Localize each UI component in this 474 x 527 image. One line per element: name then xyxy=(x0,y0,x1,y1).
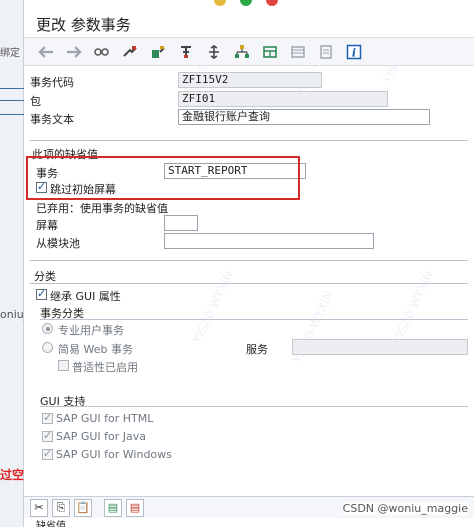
hierarchy-icon[interactable] xyxy=(232,42,252,62)
delete-row-icon[interactable]: ▤ xyxy=(126,498,144,517)
navigate-icon[interactable] xyxy=(204,42,224,62)
inherit-gui-checkbox[interactable] xyxy=(36,287,47,300)
package-label: 包 xyxy=(30,95,41,108)
gui-java-checkbox[interactable] xyxy=(42,429,53,442)
pervasive-label: 普适性已启用 xyxy=(72,361,138,374)
gui-html-checkbox[interactable] xyxy=(42,411,53,424)
bg-watermark: YISZ0-WYXJN xyxy=(190,268,236,346)
gui-java-label: SAP GUI for Java xyxy=(56,430,147,443)
paste-icon[interactable]: 📋 xyxy=(74,498,92,517)
left-divider-1 xyxy=(0,88,24,89)
simple-web-label: 简易 Web 事务 xyxy=(58,343,133,356)
minimize-icon[interactable] xyxy=(214,0,226,6)
pro-user-label: 专业用户事务 xyxy=(58,324,124,337)
layout-icon[interactable] xyxy=(260,42,280,62)
document-icon[interactable] xyxy=(316,42,336,62)
pro-user-radio[interactable] xyxy=(42,323,53,334)
pervasive-checkbox[interactable] xyxy=(58,360,69,371)
gui-windows-label: SAP GUI for Windows xyxy=(56,448,172,461)
simple-web-radio[interactable] xyxy=(42,342,53,353)
activate-icon[interactable] xyxy=(148,42,168,62)
left-fragment-1: 绑定 xyxy=(0,48,20,59)
left-fragment-3: 过空 xyxy=(0,468,25,482)
section-divider xyxy=(30,260,468,261)
gui-windows-checkbox[interactable] xyxy=(42,447,53,460)
display-change-icon[interactable] xyxy=(92,42,112,62)
csdn-watermark: CSDN @woniu_maggie xyxy=(342,502,468,515)
insert-row-icon[interactable]: ▤ xyxy=(104,498,122,517)
copy-icon[interactable]: ⎘ xyxy=(52,498,70,517)
section-divider xyxy=(30,140,468,141)
classification-title: 分类 xyxy=(34,270,56,283)
red-highlight-box xyxy=(26,156,300,200)
info-icon[interactable]: i xyxy=(344,42,364,62)
package-field[interactable]: ZFI01 xyxy=(178,91,388,107)
bg-watermark: YISZ0-WYXJN xyxy=(390,268,436,346)
forward-arrow-icon[interactable] xyxy=(64,42,84,62)
window-title: 更改 参数事务 xyxy=(36,16,131,34)
application-toolbar: i xyxy=(24,38,474,66)
grid-icon[interactable] xyxy=(288,42,308,62)
left-divider-3 xyxy=(0,114,24,115)
window-controls xyxy=(214,0,278,6)
left-divider-2 xyxy=(0,100,24,101)
service-label: 服务 xyxy=(246,343,268,356)
title-bar: 更改 参数事务 xyxy=(24,0,474,38)
left-background-window: 绑定 oniu_ 过空 xyxy=(0,0,29,527)
module-pool-field[interactable] xyxy=(164,233,374,249)
svg-text:i: i xyxy=(352,46,356,59)
section-divider xyxy=(40,319,468,320)
close-icon[interactable] xyxy=(266,0,278,6)
service-field xyxy=(292,339,468,355)
cut-icon[interactable]: ✂ xyxy=(30,498,48,517)
section-divider xyxy=(30,283,468,284)
tx-text-field[interactable]: 金融银行账户查询 xyxy=(178,109,430,125)
gui-html-label: SAP GUI for HTML xyxy=(56,412,154,425)
where-used-icon[interactable] xyxy=(176,42,196,62)
inherit-gui-label: 继承 GUI 属性 xyxy=(50,290,121,303)
back-arrow-icon[interactable] xyxy=(36,42,56,62)
module-pool-label: 从模块池 xyxy=(36,237,80,250)
section-divider xyxy=(40,406,468,407)
maximize-icon[interactable] xyxy=(240,0,252,6)
screen-label: 屏幕 xyxy=(36,219,58,232)
other-object-icon[interactable] xyxy=(120,42,140,62)
obsolete-label: 已弃用：使用事务的缺省值 xyxy=(36,202,168,215)
tx-text-label: 事务文本 xyxy=(30,113,74,126)
sap-dialog: YISZ0-WYXJN YISZ0-WYXJN YISZ0-WYXJN YISZ… xyxy=(24,0,474,527)
tcode-label: 事务代码 xyxy=(30,76,74,89)
tcode-field: ZFI15V2 xyxy=(178,72,322,88)
screen-field[interactable] xyxy=(164,215,198,231)
defaults-footer-label: 缺省值 xyxy=(36,521,66,527)
